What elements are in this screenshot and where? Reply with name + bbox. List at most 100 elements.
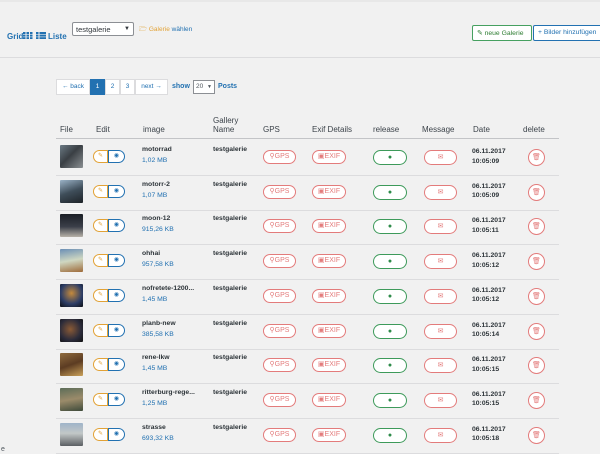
message-button[interactable]: ✉: [424, 150, 457, 165]
edit-button[interactable]: ✎: [93, 219, 108, 233]
release-button[interactable]: ●: [373, 184, 407, 200]
add-images-button[interactable]: + Bilder hinzufügen: [533, 25, 600, 41]
user-icon: ●: [387, 223, 393, 231]
exif-button[interactable]: ▣EXIF: [312, 288, 346, 303]
gps-button[interactable]: ⚲GPS: [263, 392, 296, 407]
image-thumbnail[interactable]: [60, 145, 83, 168]
exif-button[interactable]: ▣EXIF: [312, 254, 346, 269]
edit-icon: ✎: [97, 153, 104, 159]
delete-button[interactable]: 🗑: [528, 426, 545, 444]
release-button[interactable]: ●: [373, 323, 407, 339]
edit-button[interactable]: ✎: [93, 323, 108, 337]
image-thumbnail[interactable]: [60, 318, 83, 342]
grid-view-link[interactable]: Grid: [7, 32, 23, 41]
list-view-link[interactable]: Liste: [48, 32, 67, 41]
message-button[interactable]: ✉: [424, 392, 457, 408]
exif-button[interactable]: ▣EXIF: [312, 427, 346, 442]
new-gallery-button[interactable]: ✎ neue Galerie: [472, 25, 532, 41]
image-thumbnail[interactable]: [60, 179, 83, 203]
header-message: Message: [422, 125, 455, 134]
delete-button[interactable]: 🗑: [528, 287, 545, 305]
exif-button[interactable]: ▣EXIF: [312, 150, 346, 164]
release-button[interactable]: ●: [373, 219, 407, 235]
gps-button[interactable]: ⚲GPS: [263, 427, 296, 442]
gps-button[interactable]: ⚲GPS: [263, 219, 296, 234]
image-thumbnail[interactable]: [60, 283, 83, 307]
release-button[interactable]: ●: [373, 427, 407, 443]
page-1-button[interactable]: 1: [90, 79, 105, 95]
edit-button[interactable]: ✎: [93, 427, 108, 441]
upload-date: 06.11.2017 10:05:12: [472, 251, 506, 270]
view-button[interactable]: ◉: [108, 219, 125, 233]
gps-button[interactable]: ⚲GPS: [263, 254, 296, 269]
message-button[interactable]: ✉: [424, 323, 457, 339]
exif-button[interactable]: ▣EXIF: [312, 184, 346, 199]
release-button[interactable]: ●: [373, 150, 407, 165]
gallery-select[interactable]: testgalerie ▼: [72, 22, 134, 36]
view-button[interactable]: ◉: [108, 288, 125, 302]
trash-icon: 🗑: [532, 327, 541, 335]
release-button[interactable]: ●: [373, 392, 407, 408]
edit-button[interactable]: ✎: [93, 150, 108, 163]
delete-button[interactable]: 🗑: [528, 218, 545, 236]
trash-icon: 🗑: [532, 362, 541, 370]
edit-button[interactable]: ✎: [93, 184, 108, 198]
message-button[interactable]: ✉: [424, 358, 457, 374]
image-name: ohhai: [142, 250, 161, 258]
view-button[interactable]: ◉: [108, 358, 125, 372]
edit-button[interactable]: ✎: [93, 254, 108, 268]
release-button[interactable]: ●: [373, 288, 407, 304]
choose-gallery-link[interactable]: 🗁 Galerie wählen: [139, 25, 192, 36]
table-row: ✎ ◉ strasse 693,32 KB testgalerie ⚲GPS ▣…: [56, 418, 559, 454]
message-button[interactable]: ✉: [424, 254, 457, 270]
list-icon[interactable]: [36, 32, 46, 39]
gps-button[interactable]: ⚲GPS: [263, 288, 296, 303]
gps-button[interactable]: ⚲GPS: [263, 323, 296, 338]
gps-button[interactable]: ⚲GPS: [263, 150, 296, 164]
message-button[interactable]: ✉: [424, 219, 457, 235]
upload-date-time: 10:05:14: [472, 331, 500, 338]
per-page-select[interactable]: 20 ▼: [193, 80, 215, 94]
image-size: 1,45 MB: [142, 295, 168, 303]
view-button[interactable]: ◉: [108, 254, 125, 268]
image-thumbnail[interactable]: [60, 353, 83, 377]
exif-button[interactable]: ▣EXIF: [312, 323, 346, 338]
image-thumbnail[interactable]: [60, 387, 83, 411]
view-button[interactable]: ◉: [108, 392, 125, 406]
delete-button[interactable]: 🗑: [528, 357, 545, 375]
delete-button[interactable]: 🗑: [528, 183, 545, 201]
view-button[interactable]: ◉: [108, 150, 125, 163]
gps-button[interactable]: ⚲GPS: [263, 358, 296, 373]
view-button[interactable]: ◉: [108, 323, 125, 337]
message-button[interactable]: ✉: [424, 427, 457, 443]
message-button[interactable]: ✉: [424, 184, 457, 200]
release-button[interactable]: ●: [373, 254, 407, 270]
view-button[interactable]: ◉: [108, 427, 125, 441]
edit-button[interactable]: ✎: [93, 288, 108, 302]
message-button[interactable]: ✉: [424, 288, 457, 304]
delete-button[interactable]: 🗑: [528, 322, 545, 340]
gallery-name: testgalerie: [213, 180, 248, 188]
page-3-button[interactable]: 3: [120, 79, 135, 95]
delete-button[interactable]: 🗑: [528, 149, 545, 166]
exif-button[interactable]: ▣EXIF: [312, 358, 346, 373]
release-button[interactable]: ●: [373, 358, 407, 374]
next-button[interactable]: next →: [135, 79, 168, 95]
image-name: ritterburg-rege...: [142, 388, 195, 396]
eye-icon: ◉: [113, 291, 120, 298]
upload-date-day: 06.11.2017: [472, 390, 506, 398]
image-thumbnail[interactable]: [60, 249, 83, 273]
gps-button[interactable]: ⚲GPS: [263, 184, 296, 199]
back-button[interactable]: ← back: [56, 79, 90, 95]
image-thumbnail[interactable]: [60, 214, 83, 238]
edit-button[interactable]: ✎: [93, 392, 108, 406]
view-button[interactable]: ◉: [108, 184, 125, 198]
exif-button[interactable]: ▣EXIF: [312, 219, 346, 234]
grid-icon[interactable]: [23, 32, 33, 39]
exif-button[interactable]: ▣EXIF: [312, 392, 346, 407]
page-2-button[interactable]: 2: [105, 79, 120, 95]
delete-button[interactable]: 🗑: [528, 253, 545, 271]
delete-button[interactable]: 🗑: [528, 391, 545, 409]
image-thumbnail[interactable]: [60, 422, 83, 446]
edit-button[interactable]: ✎: [93, 358, 108, 372]
